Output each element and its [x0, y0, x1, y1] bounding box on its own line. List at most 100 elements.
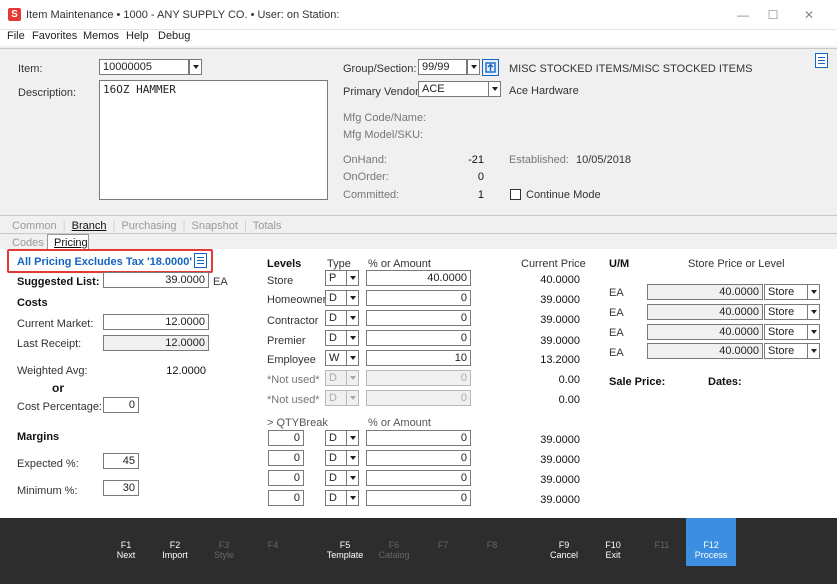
um-level-select[interactable]: Store: [764, 343, 808, 359]
um-level-dropdown-button[interactable]: [807, 304, 820, 320]
qty-current-price: 39.0000: [540, 494, 580, 506]
level-type-dropdown-button[interactable]: [346, 310, 359, 326]
tab-totals[interactable]: Totals: [253, 220, 282, 232]
suggested-list-input[interactable]: 39.0000: [103, 272, 209, 288]
qty-type-dropdown-button[interactable]: [346, 490, 359, 506]
qty-type-select[interactable]: D: [325, 490, 347, 506]
vendor-dropdown-button[interactable]: [488, 81, 501, 97]
level-amount-input[interactable]: 0: [366, 310, 471, 326]
onorder-value: 0: [477, 171, 484, 183]
f5-template-button[interactable]: F5 Template: [324, 540, 366, 560]
um-price-input[interactable]: 40.0000: [647, 284, 763, 300]
menu-help[interactable]: Help: [126, 30, 149, 42]
qty-type-dropdown-button[interactable]: [346, 430, 359, 446]
qty-type-select[interactable]: D: [325, 470, 347, 486]
level-current-price: 39.0000: [540, 294, 580, 306]
description-textarea[interactable]: 16OZ HAMMER: [99, 80, 328, 200]
qty-amount-input[interactable]: 0: [366, 430, 471, 446]
maximize-button[interactable]: ☐: [758, 6, 788, 24]
qty-amount-input[interactable]: 0: [366, 470, 471, 486]
tax-menu-icon[interactable]: [194, 253, 207, 268]
menu-favorites[interactable]: Favorites: [32, 30, 77, 42]
tab-codes[interactable]: Codes: [12, 237, 44, 249]
primary-vendor-input[interactable]: ACE: [418, 81, 489, 97]
tabs-divider: [0, 215, 837, 216]
minimum-pct-input[interactable]: 30: [103, 480, 139, 496]
level-type-dropdown-button[interactable]: [346, 350, 359, 366]
menu-memos[interactable]: Memos: [83, 30, 119, 42]
level-type-select[interactable]: P: [325, 270, 347, 286]
group-section-input[interactable]: 99/99: [418, 59, 467, 75]
tab-branch[interactable]: Branch: [72, 220, 107, 232]
qty-break-input[interactable]: 0: [268, 490, 304, 506]
expected-pct-input[interactable]: 45: [103, 453, 139, 469]
level-amount-input[interactable]: 0: [366, 290, 471, 306]
level-type-select[interactable]: D: [325, 290, 347, 306]
f9-cancel-button[interactable]: F9 Cancel: [543, 540, 585, 560]
continue-mode-label: Continue Mode: [526, 189, 601, 201]
um-level-select[interactable]: Store: [764, 324, 808, 340]
header-menu-icon[interactable]: [815, 53, 828, 68]
group-name: MISC STOCKED ITEMS/MISC STOCKED ITEMS: [509, 63, 753, 75]
group-dropdown-button[interactable]: [467, 59, 480, 75]
f4-button: F4: [267, 540, 279, 550]
tab-snapshot[interactable]: Snapshot: [191, 220, 237, 232]
function-key-bar: F1 Next F2 Import F3 Style F4 F5 Template F6…: [0, 518, 837, 584]
um-level-dropdown-button[interactable]: [807, 284, 820, 300]
menu-debug[interactable]: Debug: [158, 30, 190, 42]
qty-break-input[interactable]: 0: [268, 430, 304, 446]
level-type-select[interactable]: D: [325, 330, 347, 346]
item-dropdown-button[interactable]: [189, 59, 202, 75]
qty-type-select[interactable]: D: [325, 430, 347, 446]
established-label: Established:: [509, 154, 569, 166]
level-amount-input[interactable]: 0: [366, 330, 471, 346]
level-type-dropdown-button[interactable]: [346, 270, 359, 286]
onhand-label: OnHand:: [343, 154, 388, 166]
close-button[interactable]: ✕: [794, 6, 824, 24]
app-logo-icon: S: [8, 8, 21, 21]
um-level-select[interactable]: Store: [764, 284, 808, 300]
level-type-select[interactable]: D: [325, 310, 347, 326]
menu-file[interactable]: File: [7, 30, 25, 42]
um-level-dropdown-button[interactable]: [807, 343, 820, 359]
vendor-name: Ace Hardware: [509, 85, 579, 97]
qty-type-select[interactable]: D: [325, 450, 347, 466]
minimize-button[interactable]: —: [728, 6, 758, 24]
tab-common[interactable]: Common: [12, 220, 57, 232]
group-lookup-button[interactable]: [482, 59, 499, 76]
item-input[interactable]: 10000005: [99, 59, 189, 75]
um-price-input[interactable]: 40.0000: [647, 304, 763, 320]
qty-break-input[interactable]: 0: [268, 450, 304, 466]
qty-amount-input[interactable]: 0: [366, 490, 471, 506]
tab-pricing[interactable]: Pricing: [47, 234, 89, 249]
level-type-select[interactable]: W: [325, 350, 347, 366]
tab-purchasing[interactable]: Purchasing: [121, 220, 176, 232]
level-type-dropdown-button[interactable]: [346, 290, 359, 306]
level-name: Employee: [267, 354, 316, 366]
qty-break-input[interactable]: 0: [268, 470, 304, 486]
suggested-list-label: Suggested List:: [17, 276, 100, 288]
f10-exit-button[interactable]: F10 Exit: [592, 540, 634, 560]
level-type-select: D: [325, 390, 347, 406]
continue-mode-checkbox[interactable]: [510, 189, 521, 200]
qty-type-dropdown-button[interactable]: [346, 470, 359, 486]
cost-percentage-input[interactable]: 0: [103, 397, 139, 413]
level-amount-input[interactable]: 40.0000: [366, 270, 471, 286]
um-price-input[interactable]: 40.0000: [647, 343, 763, 359]
level-name: *Not used*: [267, 394, 320, 406]
um-level-select[interactable]: Store: [764, 304, 808, 320]
qty-amount-input[interactable]: 0: [366, 450, 471, 466]
level-type-dropdown-button[interactable]: [346, 330, 359, 346]
level-amount-input[interactable]: 10: [366, 350, 471, 366]
qty-type-dropdown-button[interactable]: [346, 450, 359, 466]
current-market-input[interactable]: 12.0000: [103, 314, 209, 330]
level-amount-input: 0: [366, 370, 471, 386]
title-bar: S Item Maintenance • 1000 - ANY SUPPLY C…: [0, 0, 837, 30]
f2-import-button[interactable]: F2 Import: [154, 540, 196, 560]
levels-header: Levels: [267, 258, 302, 270]
f6-catalog-button: F6 Catalog: [378, 540, 410, 560]
um-level-dropdown-button[interactable]: [807, 324, 820, 340]
um-price-input[interactable]: 40.0000: [647, 324, 763, 340]
f1-next-button[interactable]: F1 Next: [105, 540, 147, 560]
f12-process-button[interactable]: F12 Process: [686, 518, 736, 566]
